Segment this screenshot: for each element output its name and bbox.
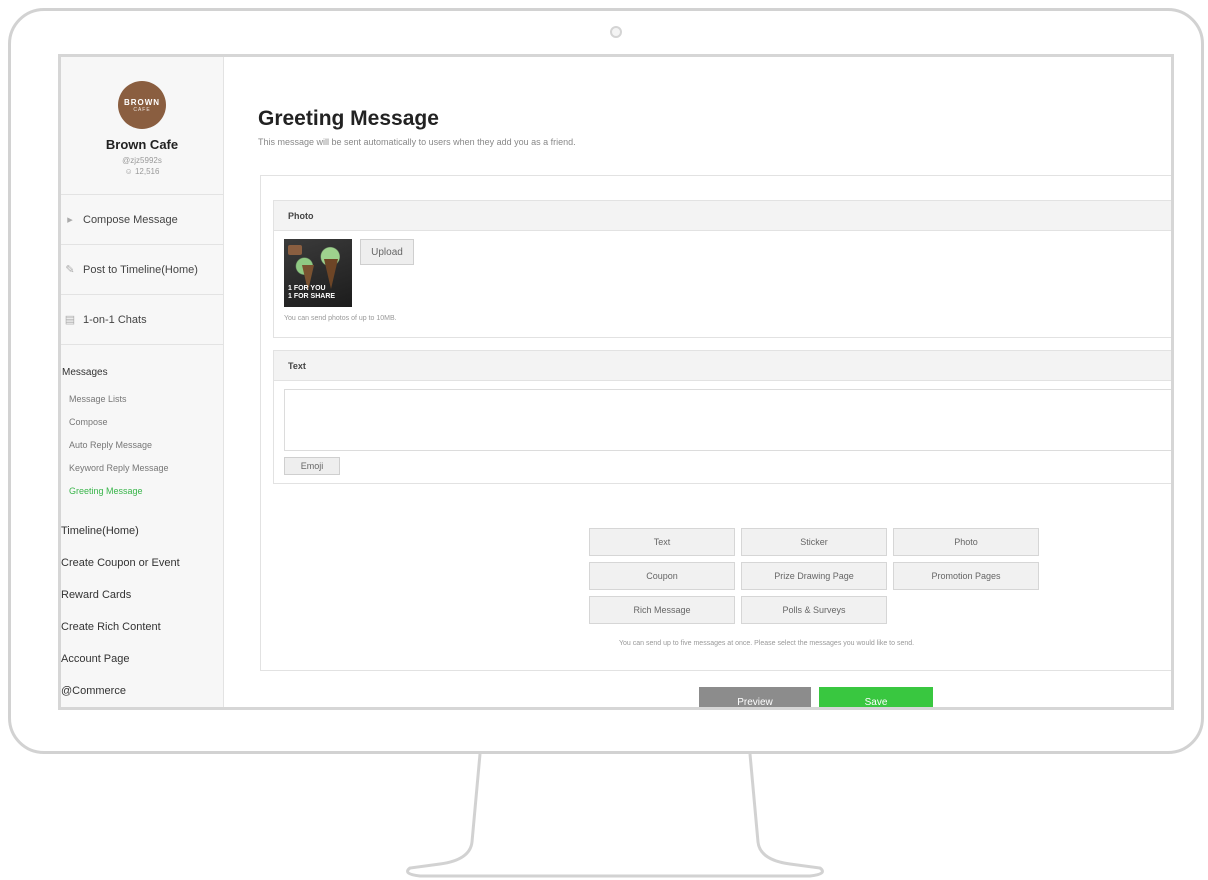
photo-panel-header: Photo [274, 201, 1171, 231]
photo-size-note: You can send photos of up to 10MB. [284, 315, 397, 322]
messages-section-title: Messages [62, 367, 108, 378]
account-profile: BROWN CAFE Brown Cafe @zjz5992s ☺ 12,516 [61, 57, 223, 195]
screen: BROWN CAFE Brown Cafe @zjz5992s ☺ 12,516… [58, 54, 1174, 710]
type-rich-message-button[interactable]: Rich Message [589, 596, 735, 624]
nav-1-on-1-chats[interactable]: ▤ 1-on-1 Chats [61, 295, 223, 345]
person-icon: ☺ [124, 167, 133, 176]
speaker-icon: ▸ [67, 214, 73, 226]
preview-button[interactable]: Preview [699, 687, 811, 707]
sidebar: BROWN CAFE Brown Cafe @zjz5992s ☺ 12,516… [61, 57, 224, 707]
sidebar-item-keyword-reply[interactable]: Keyword Reply Message [69, 457, 223, 480]
camera-dot [610, 26, 622, 38]
type-promotion-pages-button[interactable]: Promotion Pages [893, 562, 1039, 590]
sidebar-item-commerce[interactable]: @Commerce [61, 675, 223, 707]
photo-panel: Photo 1 FOR YOU 1 FOR SHARE Upload You c… [273, 200, 1171, 338]
chat-icon: ▤ [64, 314, 76, 326]
type-polls-surveys-button[interactable]: Polls & Surveys [741, 596, 887, 624]
type-prize-drawing-button[interactable]: Prize Drawing Page [741, 562, 887, 590]
logo-subtext: CAFE [133, 106, 151, 113]
emoji-button[interactable]: Emoji [284, 457, 340, 475]
text-panel: Text Emoji [273, 350, 1171, 484]
type-text-button[interactable]: Text [589, 528, 735, 556]
thumbnail-caption-line1: 1 FOR YOU [288, 285, 326, 292]
sidebar-item-greeting-message[interactable]: Greeting Message [69, 480, 223, 503]
thumbnail-badge [288, 245, 302, 255]
nav-compose-message[interactable]: ▸ Compose Message [61, 195, 223, 245]
message-text-input[interactable] [284, 389, 1171, 451]
save-button[interactable]: Save [819, 687, 933, 707]
sidebar-item-account-page[interactable]: Account Page [61, 643, 223, 675]
monitor-mockup: BROWN CAFE Brown Cafe @zjz5992s ☺ 12,516… [0, 0, 1208, 880]
upload-button[interactable]: Upload [360, 239, 414, 265]
messages-submenu: Message Lists Compose Auto Reply Message… [61, 378, 223, 503]
sidebar-item-message-lists[interactable]: Message Lists [69, 388, 223, 411]
page-description: This message will be sent automatically … [258, 137, 576, 147]
nav-label: Compose Message [83, 213, 178, 226]
thumbnail-caption-line2: 1 FOR SHARE [288, 293, 336, 300]
pencil-icon: ✎ [65, 264, 75, 276]
nav-label: 1-on-1 Chats [83, 313, 147, 326]
sidebar-item-timeline[interactable]: Timeline(Home) [61, 515, 223, 547]
thumbnail-caption: 1 FOR YOU 1 FOR SHARE [288, 285, 335, 301]
sidebar-item-create-coupon[interactable]: Create Coupon or Event [61, 547, 223, 579]
monitor-stand [406, 753, 824, 878]
message-limit-note: You can send up to five messages at once… [619, 640, 915, 647]
sidebar-item-compose[interactable]: Compose [69, 411, 223, 434]
type-coupon-button[interactable]: Coupon [589, 562, 735, 590]
type-photo-button[interactable]: Photo [893, 528, 1039, 556]
sidebar-item-reward-cards[interactable]: Reward Cards [61, 579, 223, 611]
friend-count-value: 12,516 [134, 167, 160, 176]
brand-logo: BROWN CAFE [118, 81, 166, 129]
nav-post-to-timeline[interactable]: ✎ Post to Timeline(Home) [61, 245, 223, 295]
account-name: Brown Cafe [105, 137, 179, 152]
message-editor: Photo 1 FOR YOU 1 FOR SHARE Upload You c… [260, 175, 1171, 671]
page-title: Greeting Message [258, 107, 439, 130]
logo-text: BROWN [123, 97, 161, 107]
other-sections: Timeline(Home) Create Coupon or Event Re… [61, 503, 223, 707]
main-content: Greeting Message This message will be se… [244, 57, 1171, 707]
sidebar-item-auto-reply[interactable]: Auto Reply Message [69, 434, 223, 457]
photo-thumbnail[interactable]: 1 FOR YOU 1 FOR SHARE [284, 239, 352, 307]
friend-count: ☺ 12,516 [61, 167, 223, 176]
account-id: @zjz5992s [122, 156, 162, 165]
sidebar-item-rich-content[interactable]: Create Rich Content [61, 611, 223, 643]
type-sticker-button[interactable]: Sticker [741, 528, 887, 556]
text-panel-header: Text [274, 351, 1171, 381]
nav-label: Post to Timeline(Home) [83, 263, 198, 276]
